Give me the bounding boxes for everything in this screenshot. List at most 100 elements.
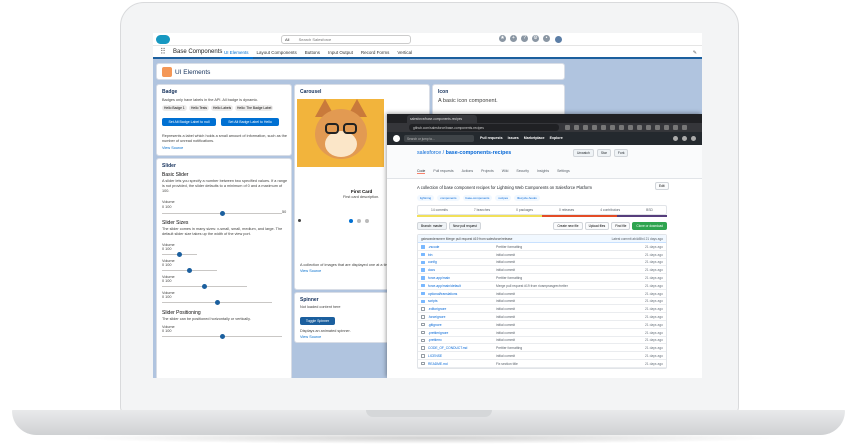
- table-row[interactable]: force-app/main/default Merge pull request…: [418, 282, 666, 290]
- extension-icon[interactable]: [682, 125, 687, 130]
- file-name-link[interactable]: docs: [428, 268, 435, 272]
- commit-message-link[interactable]: initial commit: [496, 253, 515, 257]
- table-row[interactable]: docs initial commit 21 days ago: [418, 266, 666, 275]
- tab-pull-requests[interactable]: Pull requests: [433, 169, 453, 174]
- file-name-link[interactable]: scripts: [428, 299, 438, 303]
- extension-icon[interactable]: [619, 125, 624, 130]
- extension-icon[interactable]: [592, 125, 597, 130]
- spinner-view-source-link[interactable]: View Source: [300, 335, 321, 339]
- menu-issues[interactable]: Issues: [508, 136, 519, 140]
- carousel-prev-icon[interactable]: [298, 219, 301, 222]
- global-search-input[interactable]: All Search Salesforce: [281, 35, 411, 44]
- find-file-button[interactable]: Find file: [611, 222, 631, 230]
- extension-icon[interactable]: [628, 125, 633, 130]
- topic-tag[interactable]: base-components: [462, 195, 493, 201]
- extension-icon[interactable]: [565, 125, 570, 130]
- table-row[interactable]: README.md Fix section title 21 days ago: [418, 360, 666, 368]
- slider-handle[interactable]: [202, 284, 207, 289]
- file-name-link[interactable]: config: [428, 260, 437, 264]
- releases-link[interactable]: 0 releases: [559, 208, 574, 212]
- tab-record-forms[interactable]: Record Forms: [357, 46, 394, 59]
- github-logo-icon[interactable]: [393, 135, 400, 142]
- upload-files-button[interactable]: Upload files: [584, 222, 610, 230]
- menu-pull-requests[interactable]: Pull requests: [480, 136, 503, 140]
- carousel-indicator-2[interactable]: [357, 219, 361, 223]
- carousel-image[interactable]: [297, 99, 384, 167]
- table-row[interactable]: bin initial commit 21 days ago: [418, 251, 666, 259]
- tab-settings[interactable]: Settings: [557, 169, 570, 174]
- commit-message-link[interactable]: initial commit: [496, 315, 515, 319]
- file-name-link[interactable]: force-app/main: [428, 276, 450, 280]
- edit-description-button[interactable]: Edit: [655, 182, 669, 190]
- badge-view-source-link[interactable]: View Source: [162, 146, 183, 150]
- plus-icon[interactable]: [682, 136, 687, 141]
- extension-icon[interactable]: [637, 125, 642, 130]
- extension-icon[interactable]: [664, 125, 669, 130]
- browser-tab[interactable]: salesforce/base-components-recipes: [407, 115, 477, 123]
- avatar[interactable]: [691, 136, 696, 141]
- commit-message-link[interactable]: Prettier formatting: [496, 245, 522, 249]
- file-name-link[interactable]: README.md: [428, 362, 448, 366]
- file-name-link[interactable]: .prettierignore: [428, 331, 448, 335]
- search-scope-select[interactable]: All: [285, 37, 289, 42]
- file-name-link[interactable]: .vscode: [428, 245, 439, 249]
- topic-tag[interactable]: lifecycle-hooks: [514, 195, 540, 201]
- table-row[interactable]: .editorignore initial commit 21 days ago: [418, 305, 666, 314]
- commit-message-link[interactable]: initial commit: [496, 307, 515, 311]
- commit-message-link[interactable]: initial commit: [496, 331, 515, 335]
- menu-explore[interactable]: Explore: [550, 136, 563, 140]
- menu-marketplace[interactable]: Marketplace: [524, 136, 545, 140]
- table-row[interactable]: config initial commit 21 days ago: [418, 259, 666, 267]
- commit-message-link[interactable]: Fix section title: [496, 362, 518, 366]
- contributors-link[interactable]: 4 contributors: [600, 208, 620, 212]
- tab-wiki[interactable]: Wiki: [502, 169, 509, 174]
- file-name-link[interactable]: bin: [428, 253, 432, 257]
- address-bar[interactable]: github.com/salesforce/base-components-re…: [409, 124, 559, 131]
- branches-link[interactable]: 7 branches: [474, 208, 490, 212]
- repo-name-link[interactable]: base-components-recipes: [446, 150, 512, 156]
- file-name-link[interactable]: .forceignore: [428, 315, 445, 319]
- tab-code[interactable]: Code: [417, 169, 426, 174]
- new-pull-request-button[interactable]: New pull request: [449, 222, 481, 230]
- tab-security[interactable]: Security: [516, 169, 529, 174]
- repo-owner-link[interactable]: salesforce: [417, 150, 441, 156]
- commit-message-link[interactable]: Merge pull request #19 from rivamprasgre…: [496, 284, 568, 288]
- file-name-link[interactable]: .prettierrc: [428, 338, 442, 342]
- fork-button[interactable]: Fork: [613, 149, 629, 157]
- branch-select[interactable]: Branch: master: [417, 222, 447, 230]
- avatar[interactable]: [554, 35, 563, 44]
- commit-message-link[interactable]: initial commit: [496, 299, 515, 303]
- toggle-spinner-button[interactable]: Toggle Spinner: [300, 317, 335, 325]
- commit-meta[interactable]: Latest commit ab4d5b4 21 days ago: [612, 237, 663, 241]
- table-row[interactable]: .prettierignore initial commit 21 days ago: [418, 329, 666, 337]
- commit-message-link[interactable]: initial commit: [496, 354, 515, 358]
- file-name-link[interactable]: CODE_OF_CONDUCT.md: [428, 346, 467, 350]
- table-row[interactable]: CODE_OF_CONDUCT.md Prettier formatting 21 …: [418, 344, 666, 353]
- edit-nav-icon[interactable]: ✎: [693, 50, 697, 56]
- commit-message-link[interactable]: initial commit: [496, 292, 515, 296]
- license-link[interactable]: BSD: [646, 208, 653, 212]
- extension-icon[interactable]: [583, 125, 588, 130]
- github-search-input[interactable]: Search or jump to...: [404, 135, 474, 142]
- extension-icon[interactable]: [673, 125, 678, 130]
- topic-tag[interactable]: components: [437, 195, 460, 201]
- favorites-icon[interactable]: ★: [499, 35, 506, 42]
- large-slider[interactable]: [162, 300, 272, 305]
- bell-icon[interactable]: [673, 136, 678, 141]
- extension-icon[interactable]: [646, 125, 651, 130]
- bell-icon[interactable]: •: [543, 35, 550, 42]
- tab-actions[interactable]: Actions: [462, 169, 473, 174]
- commit-message-link[interactable]: Prettier formatting: [496, 346, 522, 350]
- packages-link[interactable]: 0 packages: [516, 208, 533, 212]
- commit-message-link[interactable]: initial commit: [496, 260, 515, 264]
- commit-message-link[interactable]: Prettier formatting: [496, 276, 522, 280]
- extension-icon[interactable]: [610, 125, 615, 130]
- xsmall-slider[interactable]: [162, 252, 197, 257]
- add-icon[interactable]: +: [510, 35, 517, 42]
- file-name-link[interactable]: optional/translations: [428, 292, 457, 296]
- table-row[interactable]: .forceignore initial commit 21 days ago: [418, 313, 666, 321]
- table-row[interactable]: force-app/main Prettier formatting 21 days…: [418, 274, 666, 282]
- set-badge-null-button[interactable]: Set Alt Badge Label to null: [162, 118, 216, 126]
- tab-ui-elements[interactable]: UI Elements: [220, 46, 253, 59]
- small-slider[interactable]: [162, 268, 217, 273]
